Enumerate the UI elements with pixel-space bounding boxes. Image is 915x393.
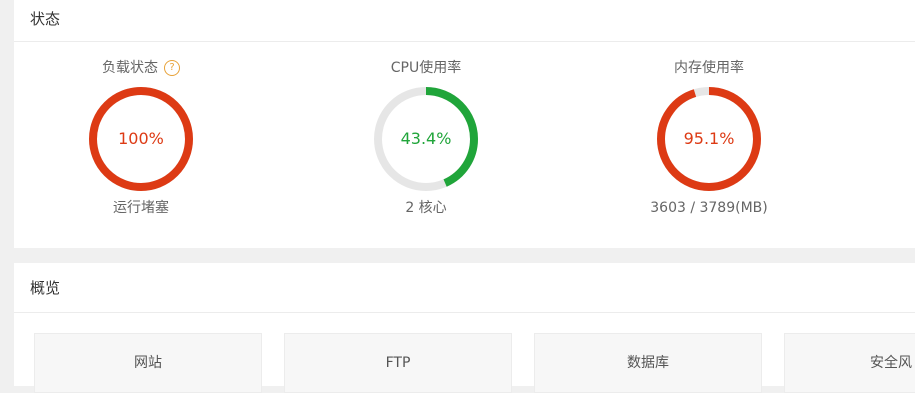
overview-tile-database[interactable]: 数据库 bbox=[534, 333, 762, 393]
overview-tile-security[interactable]: 安全风 bbox=[784, 333, 915, 393]
memory-usage-subtitle: 3603 / 3789(MB) bbox=[650, 200, 768, 216]
memory-usage-title: 内存使用率 bbox=[674, 60, 744, 76]
load-status-ring[interactable]: 100% bbox=[86, 84, 196, 194]
memory-usage-gauge: 内存使用率 95.1% 3603 / 3789(MB) bbox=[599, 56, 819, 220]
overview-tile-website[interactable]: 网站 bbox=[34, 333, 262, 393]
memory-usage-ring[interactable]: 95.1% bbox=[654, 84, 764, 194]
cpu-usage-ring[interactable]: 43.4% bbox=[371, 84, 481, 194]
overview-panel: 概览 网站 FTP 数据库 安全风 bbox=[14, 263, 915, 393]
memory-usage-value: 95.1% bbox=[683, 129, 735, 148]
load-status-gauge: 负载状态 ? 100% 运行堵塞 bbox=[31, 56, 251, 220]
overview-tile-ftp[interactable]: FTP bbox=[284, 333, 512, 393]
help-icon[interactable]: ? bbox=[164, 60, 180, 76]
load-status-title: 负载状态 bbox=[102, 60, 158, 76]
status-panel: 状态 负载状态 ? 100% 运行堵塞 CPU使用率 43.4% 2 核心 内存… bbox=[14, 0, 915, 248]
cpu-usage-title: CPU使用率 bbox=[390, 60, 462, 76]
load-status-value: 100% bbox=[118, 129, 164, 148]
cpu-usage-value: 43.4% bbox=[400, 129, 452, 148]
cpu-usage-gauge: CPU使用率 43.4% 2 核心 bbox=[316, 56, 536, 220]
status-panel-title: 状态 bbox=[14, 0, 915, 42]
overview-panel-title: 概览 bbox=[14, 263, 915, 313]
load-status-subtitle: 运行堵塞 bbox=[113, 200, 169, 216]
cpu-cores-subtitle: 2 核心 bbox=[405, 200, 447, 216]
